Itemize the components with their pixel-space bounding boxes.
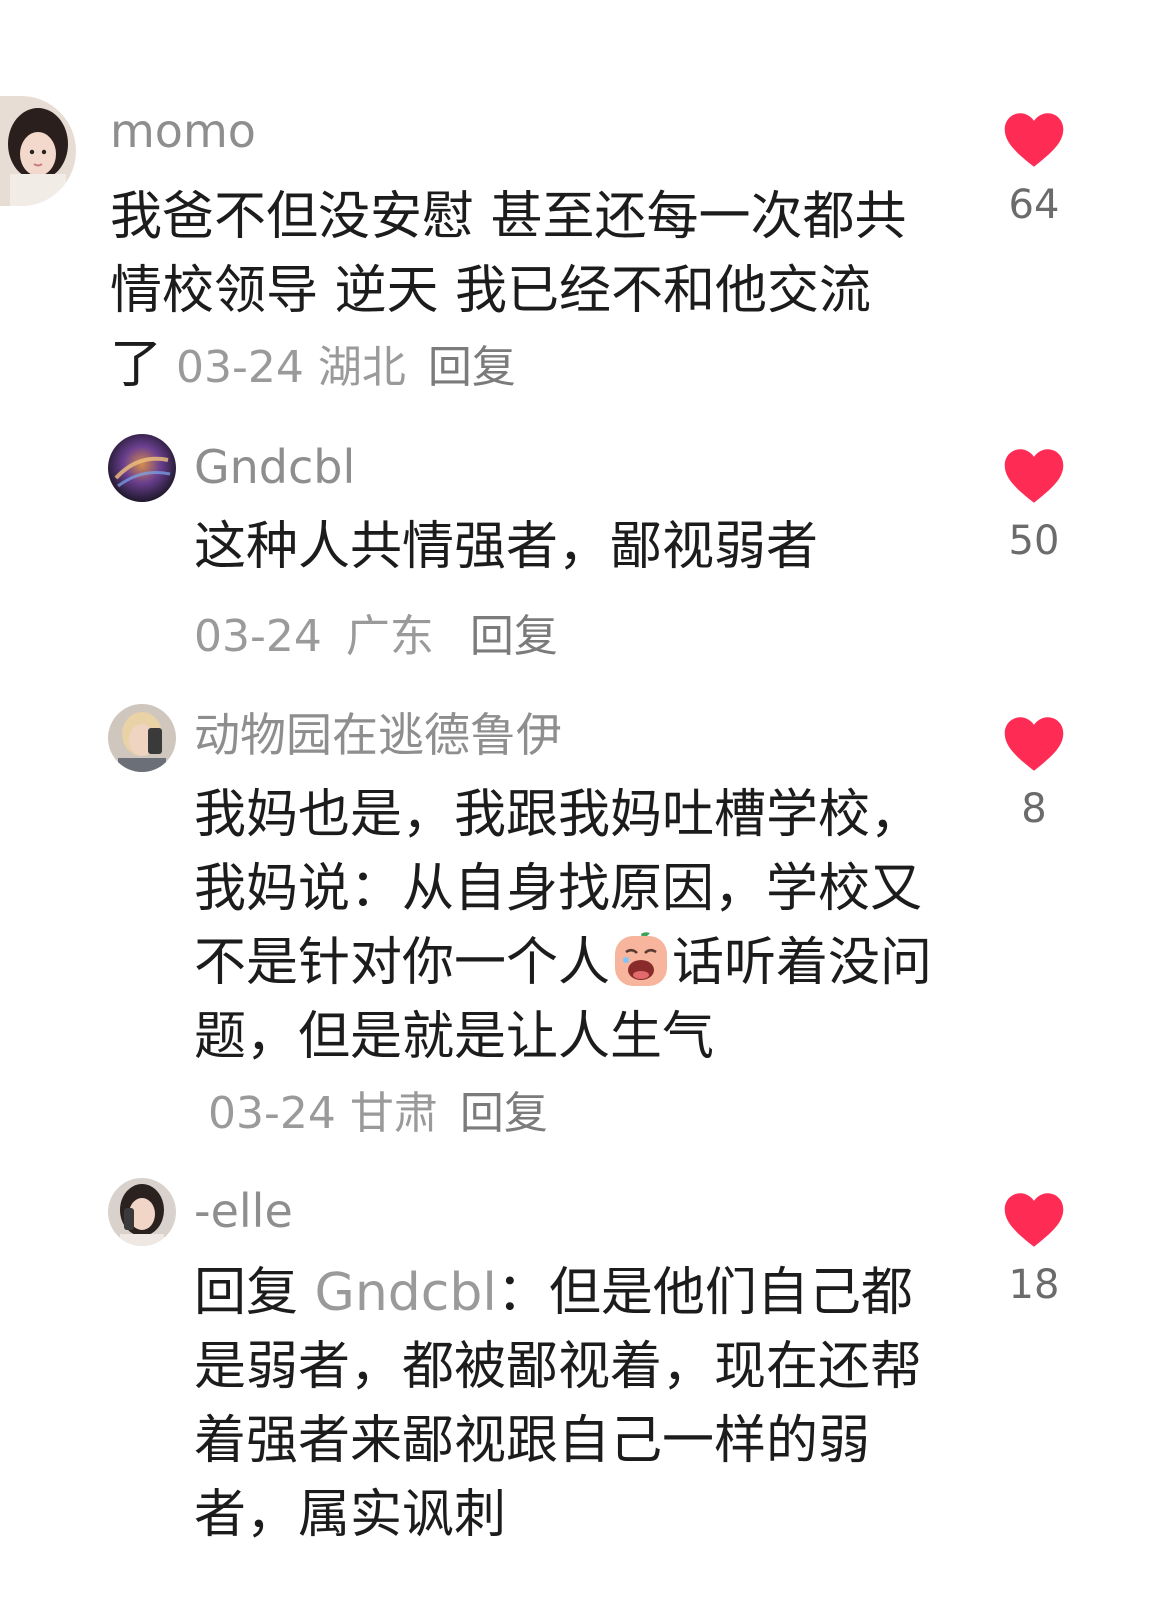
avatar[interactable] (0, 96, 76, 206)
like-count: 50 (1008, 518, 1060, 564)
username[interactable]: momo (110, 108, 256, 154)
crying-peach-emoji (615, 932, 668, 986)
reply-button[interactable]: 回复 (428, 342, 516, 393)
comment-date: 03-24 (176, 342, 304, 393)
comment-meta: 03-24 湖北 回复 (162, 342, 516, 393)
comment-body: 这种人共情强者，鄙视弱者 (194, 517, 819, 577)
comment-body: ：但是他们自己都是弱者，都被鄙视着，现在还帮着强者来鄙视跟自己一样的弱者，属实讽… (194, 1263, 923, 1545)
comment-text: 这种人共情强者，鄙视弱者 (194, 510, 934, 584)
avatar[interactable] (108, 434, 176, 502)
comment-location: 甘肃 (349, 1088, 438, 1139)
mention-link[interactable]: Gndcbl (315, 1263, 497, 1323)
comment-meta: 03-24 甘肃 回复 (194, 1088, 548, 1139)
comment-date: 03-24 (208, 1088, 336, 1139)
heart-icon (1004, 1193, 1064, 1247)
comment-text: 我妈也是，我跟我妈吐槽学校，我妈说：从自身找原因，学校又不是针对你一个人 话听着… (194, 778, 934, 1151)
like-button[interactable]: 18 (998, 1192, 1070, 1308)
like-button[interactable]: 8 (998, 716, 1070, 832)
comment-location: 湖北 (317, 342, 406, 393)
heart-icon (1004, 449, 1064, 503)
comment-date: 03-24 (194, 611, 322, 662)
comment-location: 广东 (345, 611, 434, 662)
username[interactable]: 动物园在逃德鲁伊 (194, 712, 562, 758)
comment-text: 我爸不但没安慰 甚至还每一次都共情校领导 逆天 我已经不和他交流了 03-24 湖北… (110, 180, 910, 405)
username[interactable]: -elle (194, 1188, 293, 1234)
like-count: 64 (1008, 182, 1060, 228)
heart-icon (1004, 113, 1064, 167)
like-button[interactable]: 50 (998, 448, 1070, 564)
like-count: 18 (1008, 1262, 1060, 1308)
comment-meta: 03-24 广东 回复 (194, 600, 558, 664)
reply-button[interactable]: 回复 (470, 611, 558, 662)
reply-prefix: 回复 (194, 1263, 299, 1323)
avatar[interactable] (108, 1178, 176, 1246)
heart-icon (1004, 717, 1064, 771)
reply-button[interactable]: 回复 (460, 1088, 548, 1139)
like-count: 8 (1021, 786, 1047, 832)
comment-text: 回复 Gndcbl：但是他们自己都是弱者，都被鄙视着，现在还帮着强者来鄙视跟自己… (194, 1256, 934, 1552)
username[interactable]: Gndcbl (194, 444, 355, 490)
like-button[interactable]: 64 (998, 112, 1070, 228)
avatar[interactable] (108, 704, 176, 772)
